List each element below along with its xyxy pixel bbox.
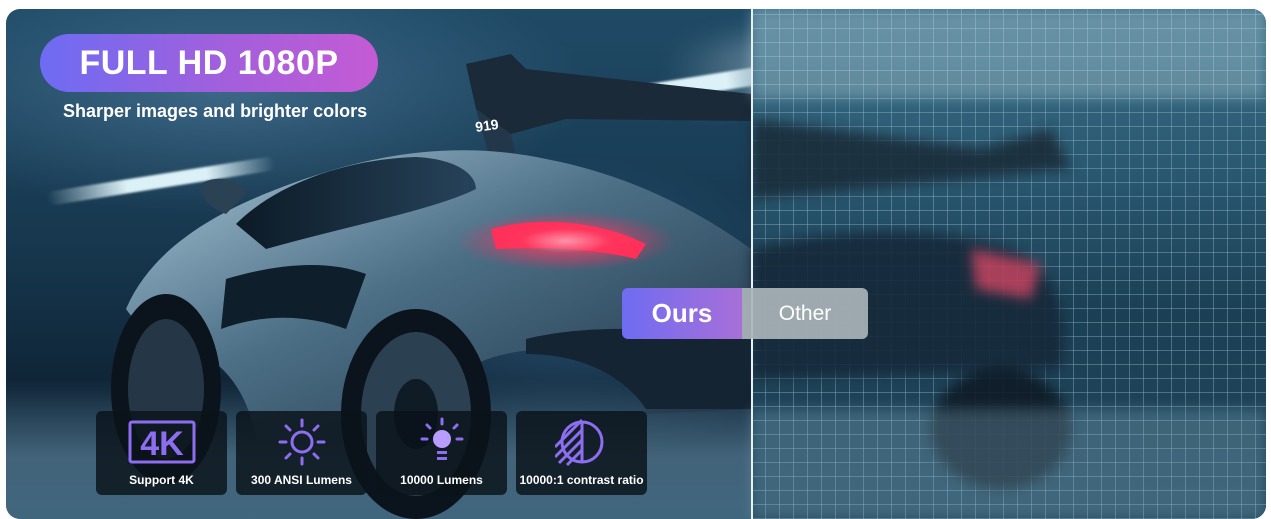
feature-label: 300 ANSI Lumens bbox=[251, 473, 352, 487]
feature-card-contrast: 10000:1 contrast ratio bbox=[516, 411, 647, 495]
comparison-divider[interactable] bbox=[751, 9, 753, 519]
feature-label: 10000 Lumens bbox=[400, 473, 483, 487]
headline-badge: FULL HD 1080P bbox=[40, 34, 378, 92]
compare-toggle[interactable]: Ours Other bbox=[622, 288, 868, 339]
headline-title: FULL HD 1080P bbox=[79, 43, 339, 82]
other-toggle-button[interactable]: Other bbox=[742, 288, 868, 339]
feature-label: 10000:1 contrast ratio bbox=[519, 473, 644, 487]
svg-text:4K: 4K bbox=[140, 425, 184, 463]
blurred-car-image bbox=[751, 9, 1266, 519]
feature-card-lumens: 10000 Lumens bbox=[376, 411, 507, 495]
4k-icon: 4K bbox=[127, 417, 197, 467]
lightbulb-icon bbox=[407, 417, 477, 467]
sun-icon bbox=[267, 417, 337, 467]
ours-toggle-button[interactable]: Ours bbox=[622, 288, 742, 339]
headline-subtitle: Sharper images and brighter colors bbox=[63, 101, 368, 121]
car-badge: 919 bbox=[474, 116, 500, 135]
comparison-other-side bbox=[751, 9, 1266, 519]
feature-card-4k: 4K Support 4K bbox=[96, 411, 227, 495]
feature-card-ansi-lumens: 300 ANSI Lumens bbox=[236, 411, 367, 495]
feature-label: Support 4K bbox=[129, 473, 194, 487]
contrast-icon bbox=[547, 417, 617, 467]
